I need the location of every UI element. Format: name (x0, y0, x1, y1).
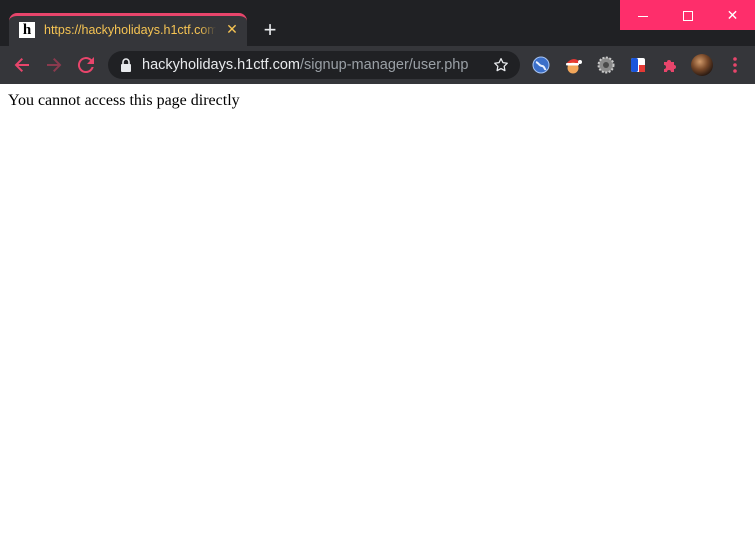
globe-extension-icon[interactable] (531, 55, 551, 75)
arrow-left-icon[interactable] (10, 53, 34, 77)
address-url[interactable]: hackyholidays.h1ctf.com/signup-manager/u… (142, 57, 468, 73)
minimize-icon (637, 15, 648, 17)
page-content: You cannot access this page directly (0, 84, 755, 537)
puzzle-extensions-icon[interactable] (660, 55, 680, 75)
arrow-right-icon[interactable] (42, 53, 66, 77)
new-tab-button[interactable]: + (258, 18, 282, 42)
window-close-button[interactable]: ✕ (710, 0, 755, 30)
browser-toolbar: hackyholidays.h1ctf.com/signup-manager/u… (0, 46, 755, 84)
maximize-icon (682, 11, 693, 22)
tab-title: https://hackyholidays.h1ctf.com/signup-m… (44, 23, 216, 39)
shield-extension-icon[interactable] (628, 55, 648, 75)
browser-tab[interactable]: h https://hackyholidays.h1ctf.com/signup… (9, 13, 247, 46)
window-maximize-button[interactable] (665, 0, 710, 30)
browser-tab-strip: h https://hackyholidays.h1ctf.com/signup… (0, 0, 755, 46)
profile-avatar[interactable] (691, 54, 713, 76)
lock-icon[interactable] (120, 58, 132, 72)
kebab-menu-icon[interactable] (727, 55, 743, 75)
url-host: hackyholidays.h1ctf.com (142, 57, 300, 73)
star-icon[interactable] (492, 56, 510, 74)
reload-icon[interactable] (74, 53, 98, 77)
tab-close-icon[interactable]: ✕ (223, 20, 241, 38)
site-favicon-icon: h (19, 22, 35, 38)
santa-extension-icon[interactable] (563, 55, 583, 75)
window-minimize-button[interactable] (620, 0, 665, 30)
gear-extension-icon[interactable] (596, 55, 616, 75)
url-path: /signup-manager/user.php (299, 57, 469, 73)
address-bar[interactable]: hackyholidays.h1ctf.com/signup-manager/u… (108, 51, 520, 79)
access-denied-message: You cannot access this page directly (8, 92, 240, 109)
